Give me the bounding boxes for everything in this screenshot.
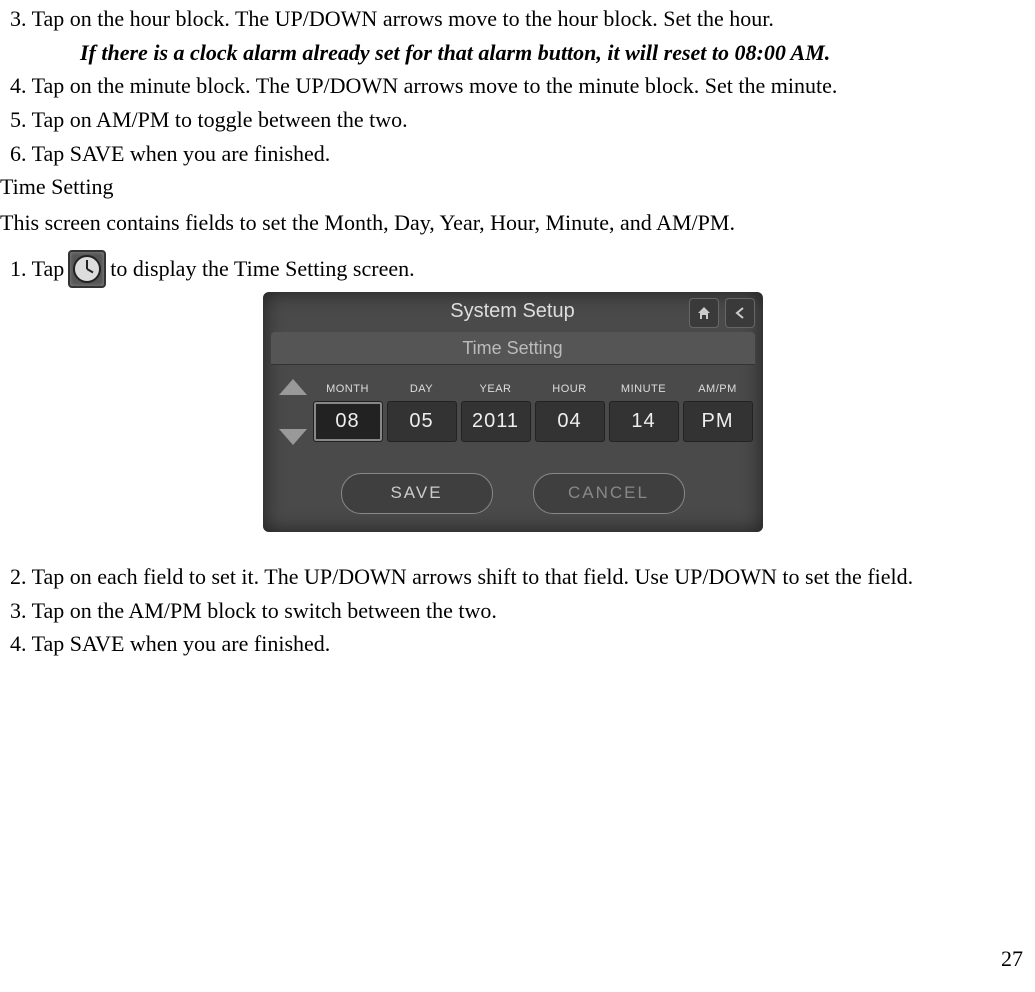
arrow-up-icon[interactable] — [279, 379, 307, 395]
minute-field[interactable]: MINUTE 14 — [609, 382, 679, 442]
alarm-reset-note: If there is a clock alarm already set fo… — [80, 38, 1025, 68]
day-field[interactable]: DAY 05 — [387, 382, 457, 442]
time-step-4: 4. Tap SAVE when you are finished. — [10, 629, 1025, 659]
clock-icon — [68, 250, 106, 288]
hour-field-label: HOUR — [535, 382, 605, 397]
ampm-field-label: AM/PM — [683, 382, 753, 397]
ampm-field[interactable]: AM/PM PM — [683, 382, 753, 442]
alarm-step-5: 5. Tap on AM/PM to toggle between the tw… — [10, 105, 1025, 135]
cancel-button[interactable]: CANCEL — [533, 473, 685, 514]
ampm-field-value: PM — [683, 401, 753, 442]
time-step-1-suffix: to display the Time Setting screen. — [110, 254, 414, 284]
minute-field-label: MINUTE — [609, 382, 679, 397]
alarm-step-3: 3. Tap on the hour block. The UP/DOWN ar… — [10, 4, 1025, 34]
time-step-1: 1. Tap to display the Time Setting scree… — [10, 250, 1025, 288]
year-field-label: YEAR — [461, 382, 531, 397]
year-field[interactable]: YEAR 2011 — [461, 382, 531, 442]
time-step-3: 3. Tap on the AM/PM block to switch betw… — [10, 596, 1025, 626]
time-step-1-prefix: 1. Tap — [10, 254, 64, 284]
hour-field[interactable]: HOUR 04 — [535, 382, 605, 442]
time-setting-heading: Time Setting — [0, 172, 1025, 202]
home-icon[interactable] — [689, 298, 719, 328]
hour-field-value: 04 — [535, 401, 605, 442]
day-field-value: 05 — [387, 401, 457, 442]
time-step-2: 2. Tap on each field to set it. The UP/D… — [10, 562, 1025, 592]
time-setting-intro: This screen contains fields to set the M… — [0, 208, 1025, 238]
device-subtitle: Time Setting — [271, 332, 755, 365]
year-field-value: 2011 — [461, 401, 531, 442]
arrow-down-icon[interactable] — [279, 429, 307, 445]
page-number: 27 — [1001, 944, 1023, 974]
minute-field-value: 14 — [609, 401, 679, 442]
day-field-label: DAY — [387, 382, 457, 397]
month-field-label: MONTH — [313, 382, 383, 397]
time-fields: MONTH 08 DAY 05 YEAR 2011 HOUR 04 — [313, 382, 753, 442]
alarm-step-4: 4. Tap on the minute block. The UP/DOWN … — [10, 71, 1025, 101]
back-icon[interactable] — [725, 298, 755, 328]
month-field[interactable]: MONTH 08 — [313, 382, 383, 442]
month-field-value: 08 — [313, 401, 383, 442]
device-title: System Setup — [450, 298, 575, 325]
save-button[interactable]: SAVE — [341, 473, 493, 514]
alarm-step-6: 6. Tap SAVE when you are finished. — [10, 139, 1025, 169]
time-setting-screenshot: System Setup Time Setting MONTH 08 — [0, 292, 1025, 532]
